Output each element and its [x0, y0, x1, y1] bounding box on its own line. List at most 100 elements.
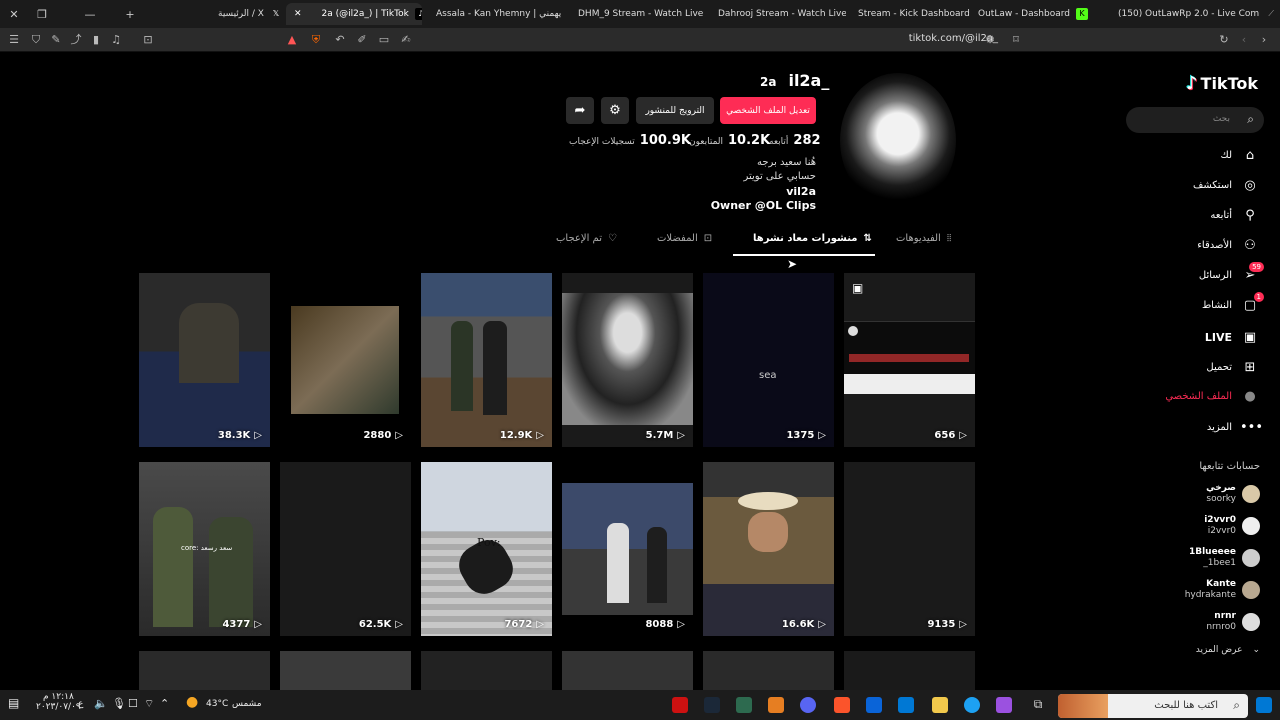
minimize-window-icon[interactable]: —: [76, 0, 104, 28]
music-icon[interactable]: ♫: [108, 32, 124, 48]
clock[interactable]: ١٢:١٨ م ٢٠٢٣/٠٧/٠٩: [36, 692, 81, 712]
promote-post-button[interactable]: الترويج للمنشور: [636, 97, 714, 124]
browser-tab[interactable]: Dahrooj Stream - Watch Live o K: [710, 3, 846, 25]
followed-account[interactable]: i2vvr0 i2vvr0: [1204, 515, 1260, 537]
tab-favorites[interactable]: المفضلات ⊡: [657, 233, 712, 244]
shield-icon[interactable]: ⛉: [28, 32, 44, 48]
sidebar-icon[interactable]: ▮: [88, 32, 104, 48]
video-card[interactable]: Pov: 7672 ▷: [421, 462, 552, 636]
edit-profile-button[interactable]: تعديل الملف الشخصي: [720, 97, 816, 124]
video-card[interactable]: sea 1375 ▷: [703, 273, 834, 447]
discord-icon[interactable]: [800, 697, 816, 713]
browser-tab[interactable]: (150) OutLawRp 2.0 - Live Com ⟋: [1110, 3, 1274, 25]
browser-tab-active[interactable]: ✕ 2a (@il2a_) | TikTok ♪: [286, 3, 422, 25]
video-card[interactable]: 2880 ▷: [280, 273, 411, 447]
forward-icon[interactable]: ‹: [1236, 32, 1252, 48]
file-explorer-icon[interactable]: [932, 697, 948, 713]
share-profile-icon[interactable]: ➦: [566, 97, 594, 124]
windows-start-icon[interactable]: [1256, 697, 1272, 713]
menu-icon[interactable]: ☰: [6, 32, 22, 48]
wifi-icon[interactable]: ⌔: [144, 697, 154, 711]
video-card[interactable]: [421, 651, 552, 690]
weather-label[interactable]: مشمس: [232, 699, 262, 709]
video-card[interactable]: 9135 ▷: [844, 462, 975, 636]
nav-inbox[interactable]: الرسائل ➢ 59: [1199, 261, 1264, 285]
app-icon-x[interactable]: [736, 697, 752, 713]
task-view-icon[interactable]: ⧉: [1030, 697, 1046, 713]
video-card[interactable]: 16.6K ▷: [703, 462, 834, 636]
video-card[interactable]: 5.7M ▷: [562, 273, 693, 447]
tab-liked[interactable]: تم الإعجاب ♡: [556, 233, 617, 244]
app-icon-a[interactable]: [768, 697, 784, 713]
nav-activity[interactable]: النشاط ▢ 1: [1202, 291, 1264, 315]
settings-icon[interactable]: ⚙: [601, 97, 629, 124]
video-card[interactable]: 38.3K ▷: [139, 273, 270, 447]
cast-icon[interactable]: ▭: [376, 32, 392, 48]
browser-tab[interactable]: Stream - Kick Dashboard K: [850, 3, 970, 25]
browser-tab[interactable]: OutLaw - Dashboard K: [970, 3, 1106, 25]
copilot-icon[interactable]: [996, 697, 1012, 713]
following-stat[interactable]: أتابعه 282: [769, 133, 821, 148]
app-icon-record[interactable]: [672, 697, 688, 713]
tab-reposts[interactable]: منشورات معاد نشرها ⇅: [753, 233, 872, 244]
network-icon[interactable]: ☐: [128, 697, 138, 710]
browser-tab[interactable]: الرئيسية / X 𝕏: [210, 3, 290, 25]
video-card[interactable]: [280, 651, 411, 690]
back-icon[interactable]: ›: [1256, 32, 1272, 48]
undo-icon[interactable]: ↶: [332, 32, 348, 48]
brave-icon[interactable]: [834, 697, 850, 713]
video-card[interactable]: [703, 651, 834, 690]
nav-profile[interactable]: الملف الشخصي ●: [1165, 386, 1260, 406]
draw-icon[interactable]: ✍: [398, 32, 414, 48]
followed-account[interactable]: صرخي soorky: [1206, 483, 1260, 505]
microphone-icon[interactable]: 🎙: [112, 697, 126, 710]
followed-account[interactable]: Kante hydrakante: [1185, 579, 1260, 601]
video-card[interactable]: [139, 651, 270, 690]
weather-temp[interactable]: 43°C: [206, 699, 228, 709]
site-settings-icon[interactable]: ⚙: [982, 32, 998, 48]
tab-close-icon[interactable]: ✕: [294, 9, 302, 19]
video-card[interactable]: [844, 651, 975, 690]
video-card[interactable]: ▣ 656 ▷: [844, 273, 975, 447]
video-card[interactable]: 8088 ▷: [562, 462, 693, 636]
notifications-icon[interactable]: ▤: [8, 696, 19, 710]
nav-explore[interactable]: استكشف ◎: [1193, 175, 1260, 195]
nav-following[interactable]: أتابعه ⚲: [1210, 205, 1260, 225]
nav-live[interactable]: LIVE ▣: [1205, 327, 1260, 347]
show-hidden-icons[interactable]: ⌃: [160, 697, 169, 710]
brave-shield-icon[interactable]: ⛨: [308, 32, 324, 48]
nav-for-you[interactable]: لك ⌂: [1221, 145, 1260, 165]
browser-tab[interactable]: Assala - Kan Yhemny | يهمني ▶: [428, 3, 564, 25]
followed-account[interactable]: 1Blueeee _1bee1: [1189, 547, 1260, 569]
followed-account[interactable]: nrnr nrnro0: [1206, 611, 1260, 633]
bookmark-icon[interactable]: ⌑: [1008, 32, 1024, 48]
alert-icon[interactable]: ▲: [284, 32, 300, 48]
nav-more[interactable]: المزيد •••: [1207, 417, 1263, 437]
browser-tab[interactable]: DHM_9 Stream - Watch Live o K: [570, 3, 706, 25]
share-icon[interactable]: ⤴: [68, 32, 84, 48]
profile-avatar[interactable]: [840, 73, 956, 208]
edge-icon[interactable]: [964, 697, 980, 713]
volume-icon[interactable]: 🔈: [94, 697, 108, 710]
search-input[interactable]: بحث ⌕: [1126, 107, 1264, 133]
video-card[interactable]: core: سعد رسعد 4377 ▷: [139, 462, 270, 636]
followers-stat[interactable]: المتابعون 10.2K: [689, 133, 770, 148]
pen-icon[interactable]: ✐: [354, 32, 370, 48]
language-indicator[interactable]: ع: [78, 699, 83, 709]
tab-search-icon[interactable]: ⊡: [140, 32, 156, 48]
close-window-icon[interactable]: ✕: [0, 0, 28, 28]
video-card[interactable]: [562, 651, 693, 690]
taskbar-search[interactable]: اكتب هنا للبحث ⌕: [1058, 694, 1248, 718]
outlook-icon[interactable]: [866, 697, 882, 713]
store-icon[interactable]: [898, 697, 914, 713]
tiktok-logo[interactable]: ♪ TikTok: [1186, 73, 1258, 94]
reload-icon[interactable]: ↻: [1216, 32, 1232, 48]
steam-icon[interactable]: [704, 697, 720, 713]
video-card[interactable]: 12.9K ▷: [421, 273, 552, 447]
restore-window-icon[interactable]: ❐: [28, 0, 56, 28]
video-card[interactable]: 62.5K ▷: [280, 462, 411, 636]
see-more-button[interactable]: عرض المزيد ⌄: [1196, 645, 1260, 655]
nav-friends[interactable]: الأصدقاء ⚇: [1197, 235, 1260, 255]
new-tab-icon[interactable]: +: [116, 0, 144, 28]
extensions-icon[interactable]: ✎: [48, 32, 64, 48]
